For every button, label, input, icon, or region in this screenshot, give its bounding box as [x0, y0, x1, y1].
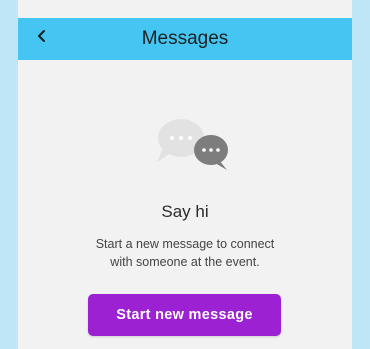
empty-state-description: Start a new message to connect with some… — [95, 237, 275, 269]
empty-state-title: Say hi — [161, 202, 209, 221]
start-new-message-button[interactable]: Start new message — [88, 294, 281, 336]
app-header: Messages — [18, 18, 352, 60]
page-title: Messages — [141, 28, 229, 49]
messages-screen: Messages Say hi Start a new message to c… — [18, 0, 352, 349]
back-button[interactable] — [30, 24, 54, 52]
chat-bubbles-icon — [147, 112, 233, 172]
chevron-left-icon — [36, 28, 48, 49]
